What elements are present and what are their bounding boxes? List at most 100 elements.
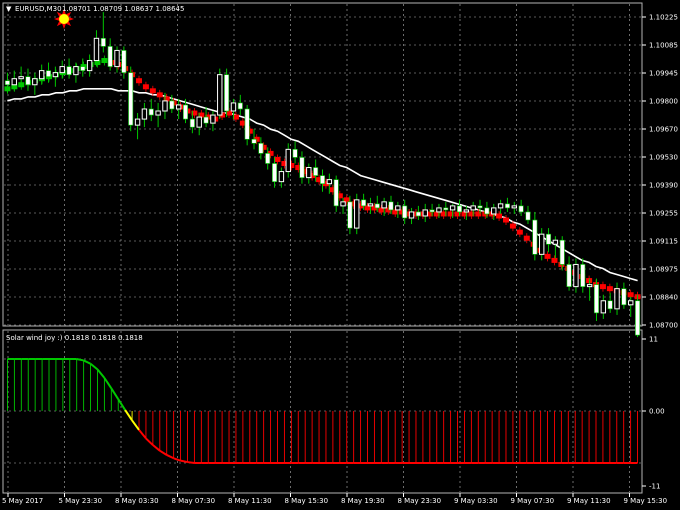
- bear-candle: [635, 300, 641, 336]
- price-tick-label: 1.08840: [649, 294, 678, 302]
- price-tick-label: 1.09945: [649, 70, 678, 78]
- bear-candle: [518, 205, 524, 213]
- indicator-axis: 11 0.00 -11: [642, 336, 665, 491]
- bear-candle: [559, 239, 565, 265]
- bull-candle: [285, 148, 291, 173]
- bull-candle: [73, 66, 79, 76]
- histogram-outline: [89, 362, 99, 371]
- grid-lines: [4, 4, 641, 492]
- time-tick-label: 8 May 11:30: [228, 497, 272, 505]
- bear-candle: [107, 46, 113, 67]
- bear-candle: [148, 108, 154, 116]
- bear-candle: [46, 70, 52, 77]
- time-tick-label: 8 May 19:30: [341, 497, 385, 505]
- bear-candle: [333, 179, 339, 207]
- time-tick-label: 5 May 23:30: [59, 497, 103, 505]
- histogram-outline: [138, 429, 147, 440]
- price-tick-label: 1.09390: [649, 182, 678, 190]
- bull-candle: [278, 171, 285, 183]
- bear-candle: [361, 199, 367, 207]
- bear-candle: [272, 163, 278, 182]
- histogram-outline: [131, 419, 140, 431]
- bear-candle: [443, 207, 449, 211]
- price-tick-label: 1.08700: [649, 322, 678, 330]
- bear-candle: [237, 102, 243, 110]
- indicator-histogram: [7, 358, 638, 464]
- bull-candle: [340, 201, 346, 207]
- price-tick-label: 1.09800: [649, 98, 678, 106]
- bear-candle: [121, 50, 127, 73]
- bull-candle: [306, 167, 312, 179]
- bear-candle: [224, 74, 230, 112]
- bull-candle: [18, 76, 24, 80]
- bear-candle: [593, 284, 599, 314]
- bull-candle: [326, 179, 333, 185]
- time-tick-label: 8 May 03:30: [115, 497, 159, 505]
- bull-candle: [614, 288, 620, 310]
- histogram-outline: [76, 358, 84, 362]
- indicator-tick-label: 0.00: [649, 408, 665, 416]
- bear-candle: [456, 205, 462, 213]
- bull-candle: [573, 263, 579, 288]
- bear-candle: [580, 264, 586, 287]
- bull-candle: [38, 70, 45, 80]
- bull-candle: [86, 60, 93, 72]
- histogram-outline: [124, 409, 133, 422]
- histogram-outline: [159, 449, 168, 456]
- price-tick-label: 1.09530: [649, 154, 678, 162]
- price-tick-label: 1.09670: [649, 126, 678, 134]
- bull-candle: [52, 72, 59, 78]
- histogram-outline: [187, 461, 195, 464]
- bear-candle: [203, 116, 209, 124]
- bull-candle: [175, 104, 182, 110]
- bull-candle: [141, 108, 148, 120]
- time-tick-label: 5 May 2017: [2, 497, 43, 505]
- bull-candle: [230, 102, 237, 112]
- bear-candle: [402, 205, 408, 219]
- histogram-outline: [152, 444, 161, 452]
- histogram-outline: [173, 457, 181, 462]
- histogram-outline: [117, 398, 127, 411]
- bull-candle: [114, 49, 120, 68]
- bear-candle: [429, 209, 435, 213]
- bear-candle: [66, 66, 72, 75]
- chart-canvas[interactable]: 1.10225 1.10085 1.09945 1.09800 1.09670 1.095…: [0, 0, 680, 510]
- time-tick-label: 9 May 03:30: [454, 497, 498, 505]
- bear-candle: [607, 300, 613, 310]
- time-tick-label: 8 May 07:30: [172, 497, 216, 505]
- dropdown-arrow-icon[interactable]: ▼: [6, 5, 12, 13]
- indicator-tick-label: 11: [649, 336, 658, 344]
- time-tick-label: 9 May 07:30: [511, 497, 555, 505]
- bear-candle: [189, 118, 195, 128]
- bear-candle: [621, 288, 627, 306]
- indicator-window-frame: [2, 329, 643, 494]
- bull-candle: [408, 211, 415, 219]
- bull-candle: [600, 300, 607, 314]
- bear-candle: [374, 203, 380, 209]
- bear-candle: [183, 104, 189, 120]
- bull-candle: [552, 239, 559, 245]
- histogram-outline: [110, 387, 120, 400]
- bull-candle: [381, 201, 387, 209]
- time-tick-label: 9 May 11:30: [567, 497, 611, 505]
- time-tick-label: 9 May 15:30: [624, 497, 668, 505]
- bull-candle: [463, 209, 470, 213]
- bear-candle: [299, 157, 305, 178]
- ohlc-values: 1.08701 1.08709 1.08637 1.08645: [62, 5, 184, 13]
- bear-candle: [566, 264, 572, 287]
- bull-candle: [538, 233, 545, 255]
- histogram-outline: [145, 437, 154, 446]
- bull-candle: [217, 74, 223, 116]
- bull-candle: [436, 207, 442, 213]
- histogram-outline: [180, 459, 188, 464]
- bull-candle: [497, 203, 504, 209]
- bear-candle: [100, 38, 106, 47]
- indicator-tick-label: -11: [649, 483, 660, 491]
- bull-candle: [367, 203, 374, 207]
- histogram-outline: [83, 359, 91, 365]
- bull-candle: [155, 110, 161, 116]
- bull-candle: [511, 205, 517, 209]
- time-tick-label: 8 May 15:30: [285, 497, 329, 505]
- bull-candle: [11, 78, 17, 86]
- bear-candle: [504, 203, 510, 209]
